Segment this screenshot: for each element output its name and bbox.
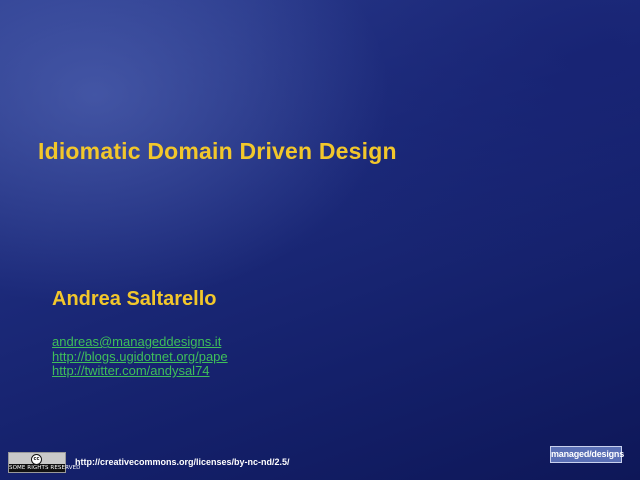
manageddesigns-logo: managed/designs bbox=[550, 446, 624, 463]
slide: Idiomatic Domain Driven Design Andrea Sa… bbox=[0, 0, 640, 480]
license-url: http://creativecommons.org/licenses/by-n… bbox=[75, 457, 290, 467]
contact-links: andreas@manageddesigns.it http://blogs.u… bbox=[52, 334, 228, 379]
blog-link[interactable]: http://blogs.ugidotnet.org/pape bbox=[52, 349, 228, 365]
email-link[interactable]: andreas@manageddesigns.it bbox=[52, 334, 228, 350]
author-name: Andrea Saltarello bbox=[52, 288, 217, 310]
twitter-link[interactable]: http://twitter.com/andysal74 bbox=[52, 363, 228, 379]
cc-badge-label: SOME RIGHTS RESERVED bbox=[9, 464, 81, 472]
creative-commons-badge[interactable]: cc SOME RIGHTS RESERVED bbox=[8, 452, 81, 473]
slide-title: Idiomatic Domain Driven Design bbox=[38, 138, 397, 164]
